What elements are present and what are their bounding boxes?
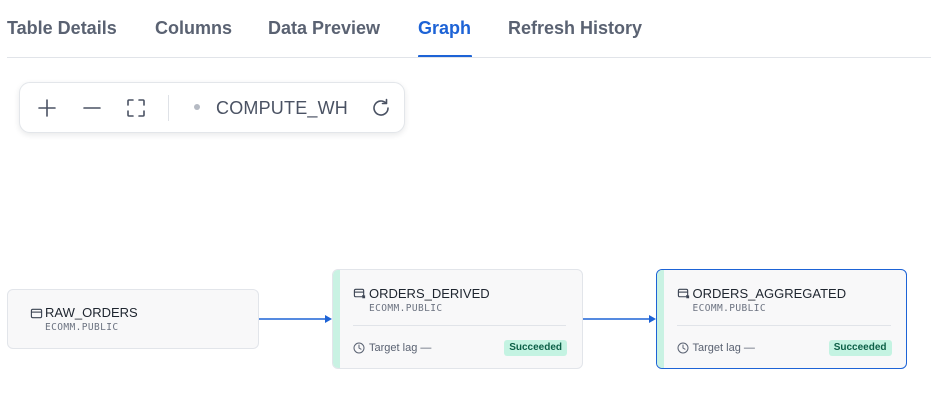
refresh-icon [373, 98, 389, 116]
fullscreen-icon [127, 99, 145, 117]
warehouse-name[interactable]: COMPUTE_WH [216, 96, 348, 120]
edge-derived-to-aggregated [583, 315, 656, 323]
dynamic-table-icon [353, 287, 366, 300]
target-lag-label: Target lag — [369, 342, 432, 354]
graph-node-orders-aggregated[interactable]: ORDERS_AGGREGATED ECOMM.PUBLIC Target la… [656, 269, 907, 369]
status-badge: Succeeded [504, 340, 567, 356]
node-title: RAW_ORDERS [45, 305, 138, 320]
node-accent-bar [657, 270, 664, 368]
fit-view-button[interactable] [124, 96, 148, 120]
node-accent-bar [333, 270, 340, 368]
tab-data-preview[interactable]: Data Preview [268, 15, 380, 41]
refresh-button[interactable] [369, 96, 393, 120]
plus-icon [38, 99, 56, 117]
edge-raw-to-derived [259, 315, 332, 323]
node-title: ORDERS_DERIVED [369, 286, 490, 301]
graph-node-orders-derived[interactable]: ORDERS_DERIVED ECOMM.PUBLIC Target lag —… [332, 269, 583, 369]
node-schema: ECOMM.PUBLIC [692, 302, 766, 314]
minus-icon [83, 107, 101, 109]
clock-icon [353, 342, 365, 354]
tab-columns[interactable]: Columns [155, 15, 232, 41]
node-schema: ECOMM.PUBLIC [45, 322, 119, 333]
graph-node-raw-orders[interactable]: RAW_ORDERS ECOMM.PUBLIC [7, 289, 259, 349]
toolbar-separator [168, 95, 169, 121]
clock-icon [677, 342, 689, 354]
node-title: ORDERS_AGGREGATED [692, 285, 847, 301]
tab-refresh-history[interactable]: Refresh History [508, 15, 642, 41]
node-divider [676, 324, 891, 326]
table-icon [30, 307, 43, 320]
zoom-out-button[interactable] [80, 96, 104, 120]
status-badge: Succeeded [828, 339, 892, 356]
zoom-in-button[interactable] [35, 96, 59, 120]
tabs-divider [7, 57, 931, 58]
warehouse-status-dot [194, 104, 200, 110]
dynamic-table-icon [677, 287, 690, 300]
graph-toolbar: COMPUTE_WH [19, 82, 405, 133]
node-schema: ECOMM.PUBLIC [369, 303, 443, 314]
target-lag-label: Target lag — [692, 341, 755, 354]
tab-table-details[interactable]: Table Details [7, 15, 117, 41]
tab-graph[interactable]: Graph [418, 15, 471, 41]
tab-bar: Table Details Columns Data Preview Graph… [0, 0, 931, 58]
node-divider [353, 325, 566, 326]
